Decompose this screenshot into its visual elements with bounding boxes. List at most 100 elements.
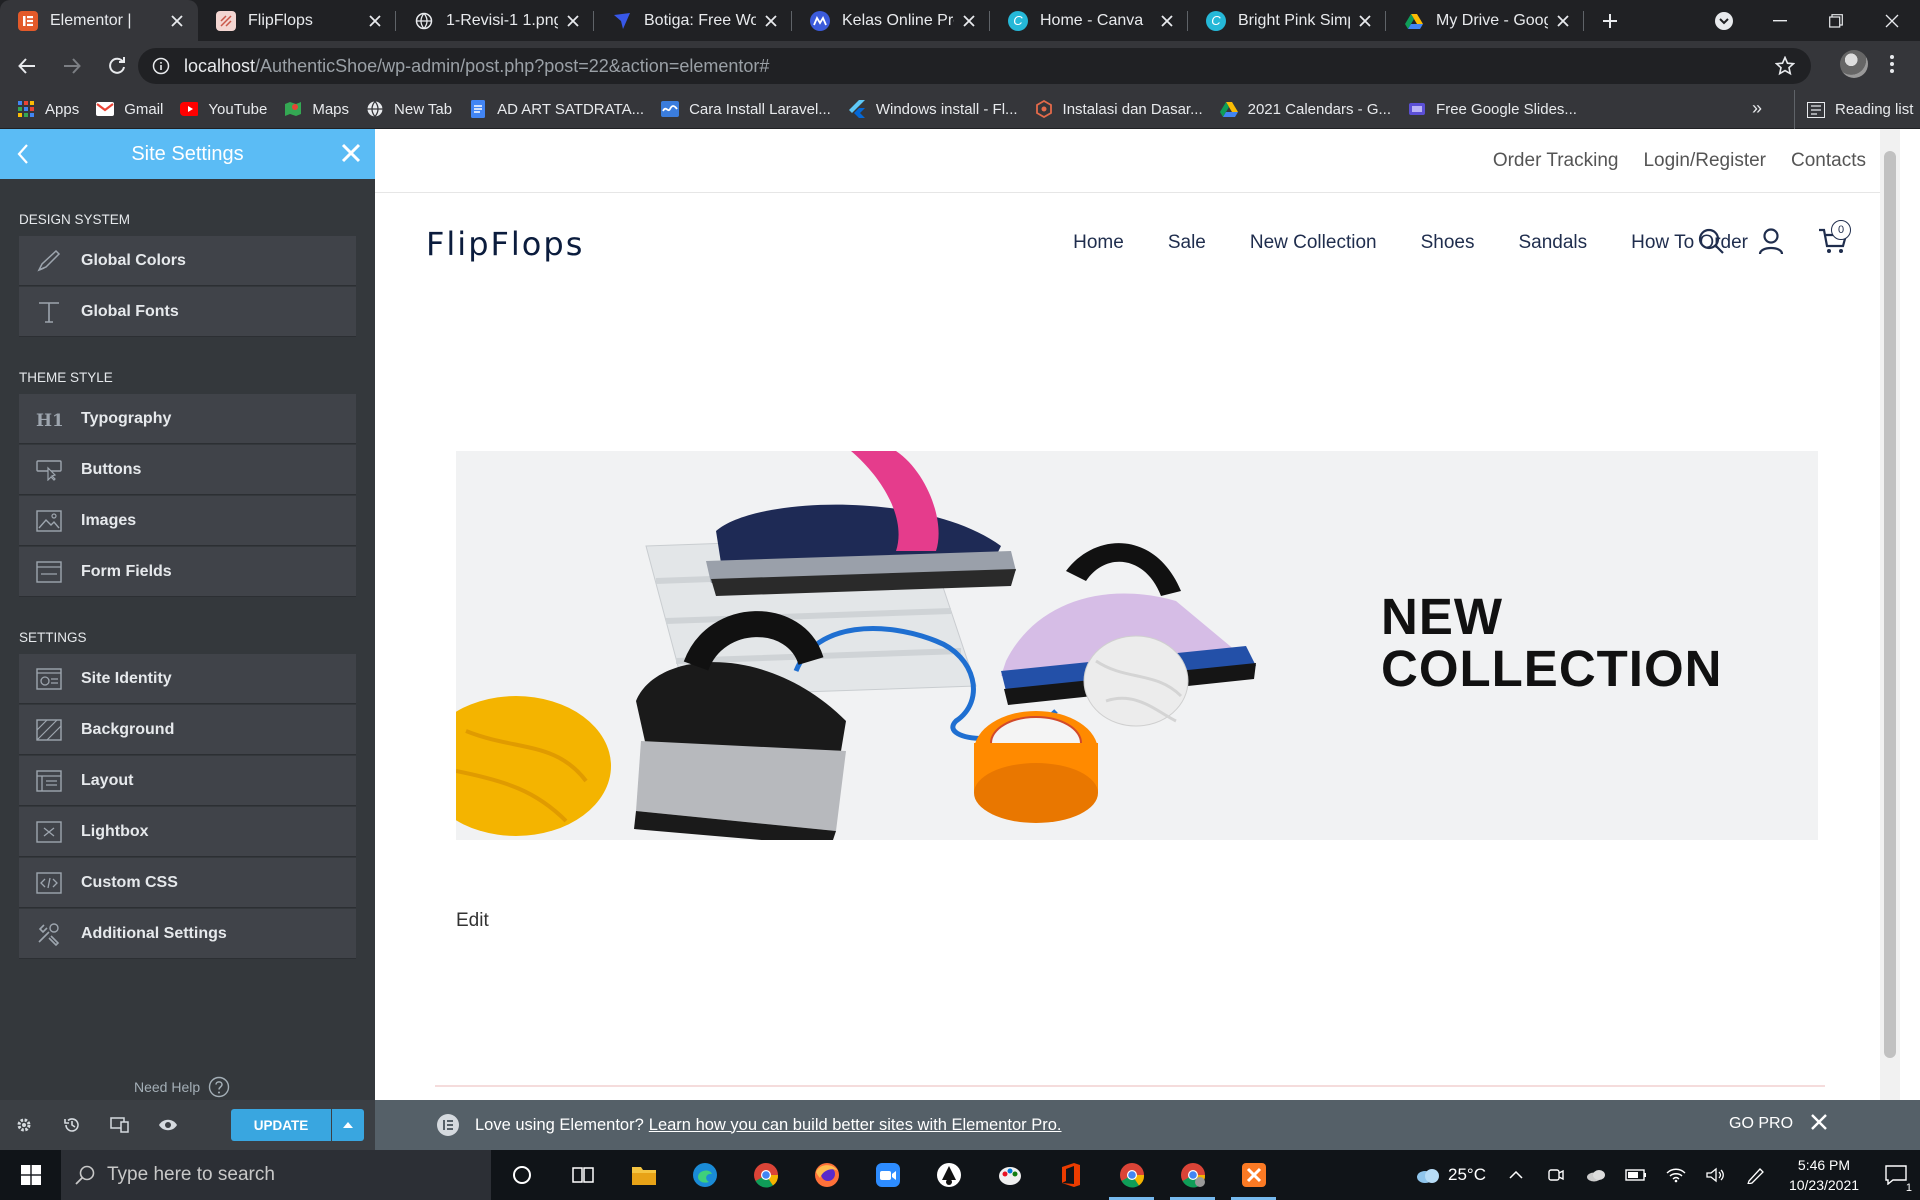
- office-icon[interactable]: [1040, 1150, 1101, 1200]
- new-tab-button[interactable]: [1590, 0, 1630, 41]
- close-window-button[interactable]: [1864, 0, 1920, 41]
- task-view-icon[interactable]: [552, 1150, 613, 1200]
- onedrive-icon[interactable]: [1576, 1150, 1616, 1200]
- bookmark-maps[interactable]: Maps: [284, 100, 349, 118]
- cortana-icon[interactable]: [491, 1150, 552, 1200]
- bookmark-apps[interactable]: Apps: [17, 100, 79, 118]
- form-fields-item[interactable]: Form Fields: [19, 547, 356, 597]
- nav-new-collection[interactable]: New Collection: [1250, 232, 1377, 254]
- bookmark-ad-art[interactable]: AD ART SATDRATA...: [469, 100, 644, 118]
- site-identity-item[interactable]: Site Identity: [19, 654, 356, 704]
- close-icon[interactable]: [1554, 12, 1572, 30]
- chrome-profile-icon[interactable]: [1162, 1150, 1223, 1200]
- close-icon[interactable]: [762, 12, 780, 30]
- order-tracking-link[interactable]: Order Tracking: [1493, 150, 1619, 172]
- inkscape-icon[interactable]: [918, 1150, 979, 1200]
- buttons-item[interactable]: Buttons: [19, 445, 356, 495]
- page-scrollbar[interactable]: [1880, 129, 1900, 1100]
- nav-how-to-order[interactable]: How To Order: [1631, 232, 1748, 254]
- additional-settings-item[interactable]: Additional Settings: [19, 909, 356, 959]
- custom-css-item[interactable]: Custom CSS: [19, 858, 356, 908]
- close-icon[interactable]: [1810, 1113, 1828, 1131]
- paint-icon[interactable]: [979, 1150, 1040, 1200]
- chevron-up-icon[interactable]: [1496, 1150, 1536, 1200]
- close-icon[interactable]: [366, 12, 384, 30]
- nav-sale[interactable]: Sale: [1168, 232, 1206, 254]
- login-register-link[interactable]: Login/Register: [1643, 150, 1766, 172]
- contacts-link[interactable]: Contacts: [1791, 150, 1866, 172]
- zoom-icon[interactable]: [857, 1150, 918, 1200]
- responsive-mode-icon[interactable]: [96, 1100, 144, 1150]
- reading-list-button[interactable]: Reading list: [1794, 90, 1913, 129]
- typography-item[interactable]: H1 Typography: [19, 394, 356, 444]
- back-button[interactable]: [9, 48, 45, 84]
- minimize-button[interactable]: [1752, 0, 1808, 41]
- info-icon[interactable]: [152, 57, 170, 75]
- firefox-icon[interactable]: [796, 1150, 857, 1200]
- bookmarks-overflow-button[interactable]: »: [1752, 98, 1762, 119]
- site-logo[interactable]: FlipFlops: [426, 225, 584, 263]
- windows-start-icon[interactable]: [0, 1150, 61, 1200]
- search-icon[interactable]: [1697, 227, 1725, 255]
- history-icon[interactable]: [48, 1100, 96, 1150]
- scrollbar-thumb[interactable]: [1884, 151, 1896, 1058]
- preview-eye-icon[interactable]: [144, 1100, 192, 1150]
- file-explorer-icon[interactable]: [613, 1150, 674, 1200]
- close-icon[interactable]: [168, 12, 186, 30]
- tab-canva-home[interactable]: C Home - Canva: [990, 0, 1188, 41]
- tab-canva-pink[interactable]: C Bright Pink Simple: [1188, 0, 1386, 41]
- tab-botiga[interactable]: Botiga: Free Wooc: [594, 0, 792, 41]
- tab-revisi[interactable]: 1-Revisi-1 1.png (: [396, 0, 594, 41]
- nav-home[interactable]: Home: [1073, 232, 1124, 254]
- close-icon[interactable]: [341, 143, 361, 163]
- meet-now-icon[interactable]: [1536, 1150, 1576, 1200]
- tab-drive[interactable]: My Drive - Googl: [1386, 0, 1584, 41]
- global-fonts-item[interactable]: Global Fonts: [19, 287, 356, 337]
- volume-icon[interactable]: [1696, 1150, 1736, 1200]
- promo-learn-link[interactable]: Learn how you can build better sites wit…: [649, 1116, 1062, 1135]
- update-button[interactable]: UPDATE: [231, 1109, 331, 1141]
- battery-icon[interactable]: [1616, 1150, 1656, 1200]
- close-icon[interactable]: [1158, 12, 1176, 30]
- bookmark-calendars[interactable]: 2021 Calendars - G...: [1219, 100, 1391, 118]
- bookmark-instalasi[interactable]: Instalasi dan Dasar...: [1035, 100, 1203, 118]
- bookmark-flutter[interactable]: Windows install - Fl...: [848, 100, 1018, 118]
- bookmark-gmail[interactable]: Gmail: [96, 100, 163, 118]
- forward-button[interactable]: [54, 48, 90, 84]
- edge-icon[interactable]: [674, 1150, 735, 1200]
- bookmark-new-tab[interactable]: New Tab: [366, 100, 452, 118]
- go-pro-button[interactable]: GO PRO: [1729, 1115, 1793, 1133]
- tab-flipflops[interactable]: FlipFlops: [198, 0, 396, 41]
- address-bar[interactable]: localhost/AuthenticShoe/wp-admin/post.ph…: [138, 48, 1811, 84]
- weather-temp[interactable]: 25°C: [1448, 1165, 1486, 1185]
- nav-sandals[interactable]: Sandals: [1518, 232, 1587, 254]
- close-icon[interactable]: [1356, 12, 1374, 30]
- reload-button[interactable]: [99, 48, 135, 84]
- global-colors-item[interactable]: Global Colors: [19, 236, 356, 286]
- taskbar-clock[interactable]: 5:46 PM 10/23/2021: [1776, 1155, 1872, 1195]
- need-help-link[interactable]: Need Help: [134, 1076, 230, 1098]
- bookmark-star-icon[interactable]: [1775, 56, 1795, 76]
- layout-item[interactable]: Layout: [19, 756, 356, 806]
- weather-cloud-icon[interactable]: [1408, 1150, 1448, 1200]
- bookmark-youtube[interactable]: YouTube: [180, 100, 267, 118]
- tab-kelas[interactable]: Kelas Online Prem: [792, 0, 990, 41]
- chrome-window-icon[interactable]: [1101, 1150, 1162, 1200]
- nav-shoes[interactable]: Shoes: [1421, 232, 1475, 254]
- taskbar-search-input[interactable]: Type here to search: [61, 1150, 491, 1200]
- restore-button[interactable]: [1808, 0, 1864, 41]
- tab-search-button[interactable]: [1696, 0, 1752, 41]
- hero-banner[interactable]: NEW COLLECTION: [456, 451, 1818, 840]
- update-options-button[interactable]: [332, 1109, 364, 1141]
- background-item[interactable]: Background: [19, 705, 356, 755]
- xampp-icon[interactable]: [1223, 1150, 1284, 1200]
- wifi-icon[interactable]: [1656, 1150, 1696, 1200]
- lightbox-item[interactable]: Lightbox: [19, 807, 356, 857]
- bookmark-slides[interactable]: Free Google Slides...: [1408, 100, 1577, 118]
- close-icon[interactable]: [960, 12, 978, 30]
- edit-link[interactable]: Edit: [456, 910, 489, 932]
- bookmark-laravel[interactable]: Cara Install Laravel...: [661, 100, 831, 118]
- back-arrow-icon[interactable]: [16, 143, 30, 165]
- browser-menu-icon[interactable]: [1882, 48, 1902, 80]
- close-icon[interactable]: [564, 12, 582, 30]
